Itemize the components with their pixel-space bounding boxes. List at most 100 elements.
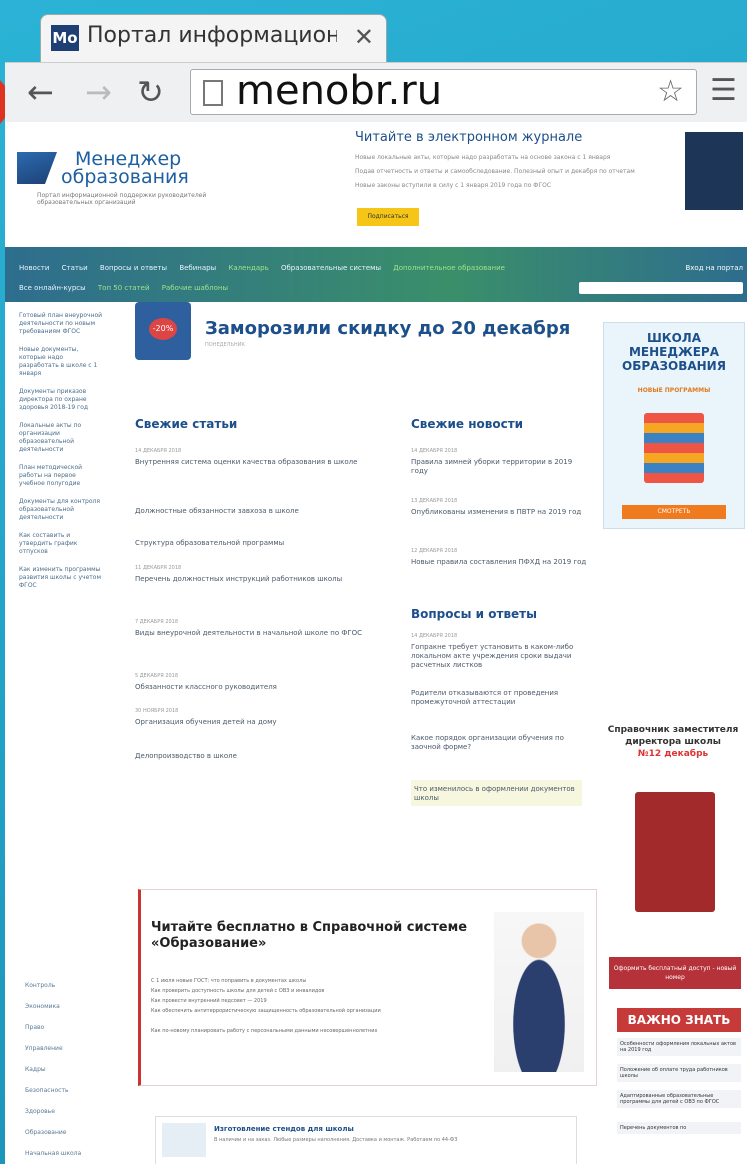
- bookmark-star-icon[interactable]: ☆: [657, 74, 684, 109]
- promo-line[interactable]: Подав отчетность и ответы и самообследов…: [355, 168, 635, 175]
- sidebar-link[interactable]: Готовый план внеурочной деятельности по …: [19, 312, 103, 336]
- article-item[interactable]: Должностные обязанности завхоза в школе: [135, 505, 385, 516]
- article-item[interactable]: Структура образовательной программы: [135, 537, 385, 548]
- article-title[interactable]: Делопроизводство в школе: [135, 752, 237, 760]
- ad-bullet[interactable]: Как проверить доступность школы для дете…: [151, 988, 471, 994]
- nav-item[interactable]: Статьи: [62, 264, 88, 272]
- reference-system-ad[interactable]: Читайте бесплатно в Справочной системе «…: [138, 889, 597, 1086]
- qa-title[interactable]: Родители отказываются от проведения пром…: [411, 689, 558, 706]
- sidebar-nav-item[interactable]: Право: [25, 1024, 81, 1031]
- sidebar-link[interactable]: Документы приказов директора по охране з…: [19, 388, 103, 412]
- sidebar-link[interactable]: План методической работы на первое учебн…: [19, 464, 103, 488]
- sidebar-nav-item[interactable]: Здоровье: [25, 1108, 81, 1115]
- free-access-button[interactable]: Оформить бесплатный доступ - новый номер: [609, 957, 741, 989]
- news-item[interactable]: 14 ДЕКАБРЯ 2018 Правила зимней уборки тер…: [411, 447, 591, 476]
- important-heading: ВАЖНО ЗНАТЬ: [617, 1008, 741, 1032]
- sidebar-nav-item[interactable]: Безопасность: [25, 1087, 81, 1094]
- ad-bullet[interactable]: Как провести внутренний педсовет — 2019: [151, 998, 471, 1004]
- sidebar-link[interactable]: Как составить и утвердить график отпуско…: [19, 532, 103, 556]
- ad-bullet[interactable]: С 1 июля новые ГОСТ: что поправить в док…: [151, 978, 471, 984]
- important-item[interactable]: Положение об оплате труда работников шко…: [617, 1064, 741, 1082]
- login-link[interactable]: Вход на портал: [685, 264, 743, 272]
- school-banner[interactable]: ШКОЛА МЕНЕДЖЕРА ОБРАЗОВАНИЯ НОВЫЕ ПРОГРА…: [603, 322, 745, 529]
- search-input[interactable]: [579, 282, 743, 294]
- close-tab-icon[interactable]: ✕: [354, 23, 374, 51]
- nav-item[interactable]: Все онлайн-курсы: [19, 284, 86, 292]
- discount-image[interactable]: -20%: [135, 302, 191, 360]
- news-title[interactable]: Новые правила составления ПФХД на 2019 г…: [411, 558, 586, 566]
- nav-item[interactable]: Вопросы и ответы: [100, 264, 167, 272]
- sidebar-link[interactable]: Документы для контроля образовательной д…: [19, 498, 103, 522]
- article-item[interactable]: Делопроизводство в школе: [135, 750, 385, 761]
- nav-item[interactable]: Вебинары: [179, 264, 216, 272]
- address-bar[interactable]: menobr.ru ☆: [190, 68, 697, 115]
- school-banner-button[interactable]: СМОТРЕТЬ: [622, 505, 726, 519]
- news-item[interactable]: 13 ДЕКАБРЯ 2018 Опубликованы изменения в …: [411, 497, 591, 517]
- qa-title[interactable]: Что изменилось в оформлении документов ш…: [414, 785, 575, 802]
- browser-tab[interactable]: Mo Портал информационно ✕: [40, 14, 387, 63]
- stands-ad[interactable]: Изготовление стендов для школы В наличии…: [155, 1116, 577, 1164]
- sidebar-link[interactable]: Как изменить программы развития школы с …: [19, 566, 103, 590]
- menu-icon[interactable]: ☰: [710, 73, 737, 108]
- qa-title[interactable]: Гопракне требует установить в каком-либо…: [411, 643, 573, 669]
- sidebar-nav-item[interactable]: Контроль: [25, 982, 81, 989]
- subscribe-button[interactable]: Подписаться: [357, 208, 419, 226]
- article-item[interactable]: 30 НОЯБРЯ 2018 Организация обучения детей…: [135, 707, 385, 727]
- stands-ad-title[interactable]: Изготовление стендов для школы: [214, 1125, 354, 1133]
- reference-book-cover[interactable]: [635, 792, 715, 912]
- forward-icon[interactable]: →: [85, 73, 112, 111]
- qa-item[interactable]: Родители отказываются от проведения пром…: [411, 687, 591, 707]
- magazine-cover-image[interactable]: [685, 132, 743, 210]
- qa-item[interactable]: Какое порядок организации обучения по за…: [411, 732, 591, 752]
- news-title[interactable]: Опубликованы изменения в ПВТР на 2019 го…: [411, 508, 581, 516]
- article-item[interactable]: 5 ДЕКАБРЯ 2018 Обязанности классного руко…: [135, 672, 385, 692]
- sidebar-nav-item[interactable]: Начальная школа: [25, 1150, 81, 1157]
- news-date: 12 ДЕКАБРЯ 2018: [411, 548, 458, 554]
- nav-item[interactable]: Топ 50 статей: [98, 284, 150, 292]
- article-title[interactable]: Перечень должностных инструкций работник…: [135, 575, 342, 583]
- qa-heading[interactable]: Вопросы и ответы: [411, 607, 537, 621]
- url-text[interactable]: menobr.ru: [236, 68, 442, 114]
- article-title[interactable]: Структура образовательной программы: [135, 539, 284, 547]
- sidebar-nav-item[interactable]: Образование: [25, 1129, 81, 1136]
- nav-item[interactable]: Рабочие шаблоны: [162, 284, 228, 292]
- article-item[interactable]: 14 ДЕКАБРЯ 2018 Внутренняя система оценки…: [135, 447, 385, 467]
- article-title[interactable]: Должностные обязанности завхоза в школе: [135, 507, 299, 515]
- news-title[interactable]: Правила зимней уборки территории в 2019 …: [411, 458, 572, 475]
- ad-bullet[interactable]: Как обеспечить антитеррористическую защи…: [151, 1008, 471, 1014]
- article-title[interactable]: Внутренняя система оценки качества образ…: [135, 458, 357, 466]
- important-item[interactable]: Адаптированные образовательные программы…: [617, 1090, 741, 1108]
- article-item[interactable]: 11 ДЕКАБРЯ 2018 Перечень должностных инст…: [135, 564, 385, 584]
- fresh-articles-heading[interactable]: Свежие статьи: [135, 417, 237, 431]
- article-title[interactable]: Обязанности классного руководителя: [135, 683, 277, 691]
- promo-title[interactable]: Читайте в электронном журнале: [355, 130, 582, 145]
- nav-item[interactable]: Календарь: [228, 264, 268, 272]
- back-icon[interactable]: ←: [27, 73, 54, 111]
- article-item[interactable]: 7 ДЕКАБРЯ 2018 Виды внеурочной деятельнос…: [135, 618, 385, 638]
- ad-bullet[interactable]: Как по-новому планировать работу с персо…: [151, 1028, 471, 1034]
- sidebar-nav-item[interactable]: Экономика: [25, 1003, 81, 1010]
- sidebar-link[interactable]: Новые документы, которые надо разработат…: [19, 346, 103, 378]
- sidebar-nav-item[interactable]: Управление: [25, 1045, 81, 1052]
- browser-toolbar: ← → ↻ menobr.ru ☆ ☰: [5, 62, 747, 123]
- nav-item[interactable]: Образовательные системы: [281, 264, 381, 272]
- news-item[interactable]: 12 ДЕКАБРЯ 2018 Новые правила составления…: [411, 547, 591, 567]
- reference-book-title[interactable]: Справочник заместителя директора школы №…: [603, 724, 743, 760]
- promo-line[interactable]: Новые локальные акты, которые надо разра…: [355, 154, 610, 161]
- qa-item[interactable]: Что изменилось в оформлении документов ш…: [411, 780, 582, 806]
- important-item[interactable]: Особенности оформления локальных актов н…: [617, 1038, 741, 1056]
- reload-icon[interactable]: ↻: [137, 73, 164, 111]
- qa-item[interactable]: 14 ДЕКАБРЯ 2018 Гопракне требует установи…: [411, 632, 591, 670]
- ad-title[interactable]: Читайте бесплатно в Справочной системе «…: [151, 920, 471, 952]
- article-title[interactable]: Виды внеурочной деятельности в начальной…: [135, 629, 362, 637]
- important-item[interactable]: Перечень документов по: [617, 1122, 741, 1134]
- hero-title[interactable]: Заморозили скидку до 20 декабря: [205, 318, 570, 339]
- fresh-news-heading[interactable]: Свежие новости: [411, 417, 523, 431]
- nav-item[interactable]: Новости: [19, 264, 49, 272]
- sidebar-link[interactable]: Локальные акты по организации образовате…: [19, 422, 103, 454]
- qa-title[interactable]: Какое порядок организации обучения по за…: [411, 734, 564, 751]
- nav-item[interactable]: Дополнительное образование: [393, 264, 505, 272]
- promo-line[interactable]: Новые законы вступили в силу с 1 января …: [355, 182, 551, 189]
- article-title[interactable]: Организация обучения детей на дому: [135, 718, 277, 726]
- sidebar-nav-item[interactable]: Кадры: [25, 1066, 81, 1073]
